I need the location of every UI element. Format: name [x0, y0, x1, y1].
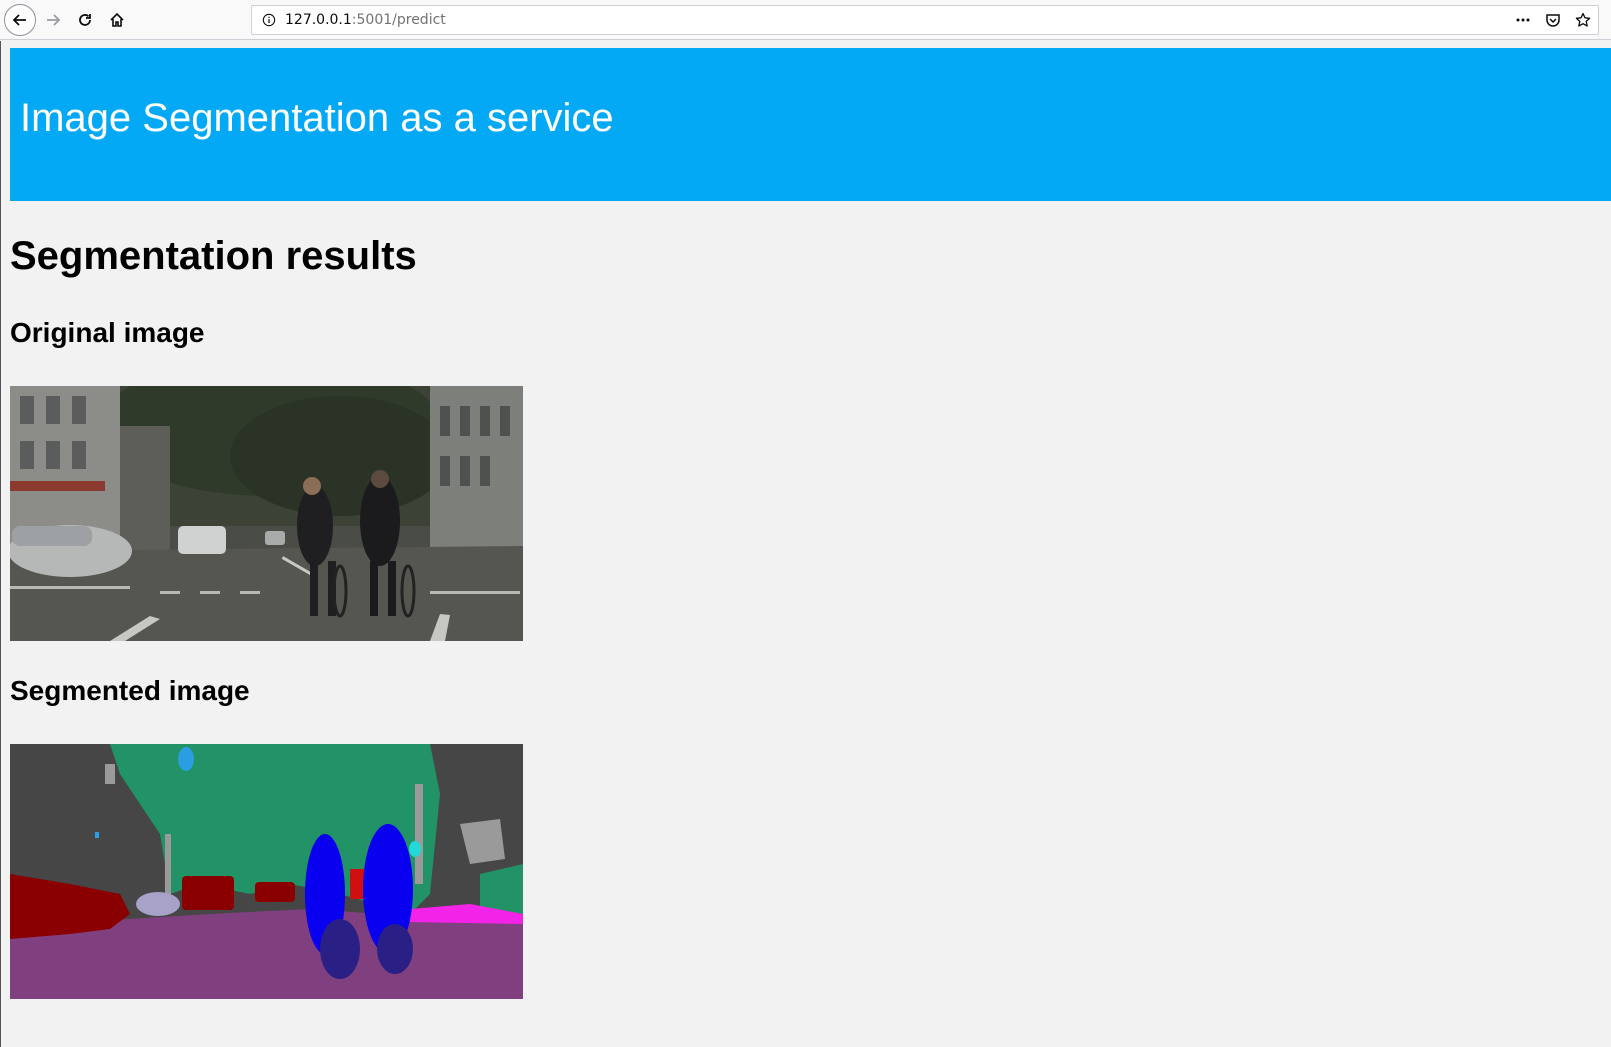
info-icon[interactable] [261, 12, 277, 28]
home-icon [110, 12, 124, 27]
segmented-image [10, 744, 523, 999]
more-icon[interactable] [1512, 9, 1534, 31]
back-button[interactable] [4, 4, 36, 36]
url-path: :5001/predict [351, 12, 446, 28]
results-heading: Segmentation results [10, 234, 417, 278]
url-bar[interactable]: 127.0.0.1:5001/predict [251, 5, 1599, 35]
app-header: Image Segmentation as a service [10, 48, 1611, 201]
back-arrow-icon [12, 14, 26, 26]
original-image-heading: Original image [10, 317, 205, 348]
reload-icon [79, 14, 91, 26]
forward-button[interactable] [37, 4, 69, 36]
pocket-icon[interactable] [1542, 9, 1564, 31]
app-title: Image Segmentation as a service [20, 96, 614, 140]
forward-arrow-icon [47, 14, 61, 26]
url-host: 127.0.0.1 [285, 12, 352, 28]
page-content: Image Segmentation as a service Segmenta… [0, 41, 1611, 1047]
bookmark-star-icon[interactable] [1572, 9, 1594, 31]
segmented-image-heading: Segmented image [10, 675, 250, 706]
home-button[interactable] [101, 4, 133, 36]
original-image [10, 386, 523, 641]
browser-toolbar: 127.0.0.1:5001/predict [0, 0, 1611, 40]
reload-button[interactable] [69, 4, 101, 36]
